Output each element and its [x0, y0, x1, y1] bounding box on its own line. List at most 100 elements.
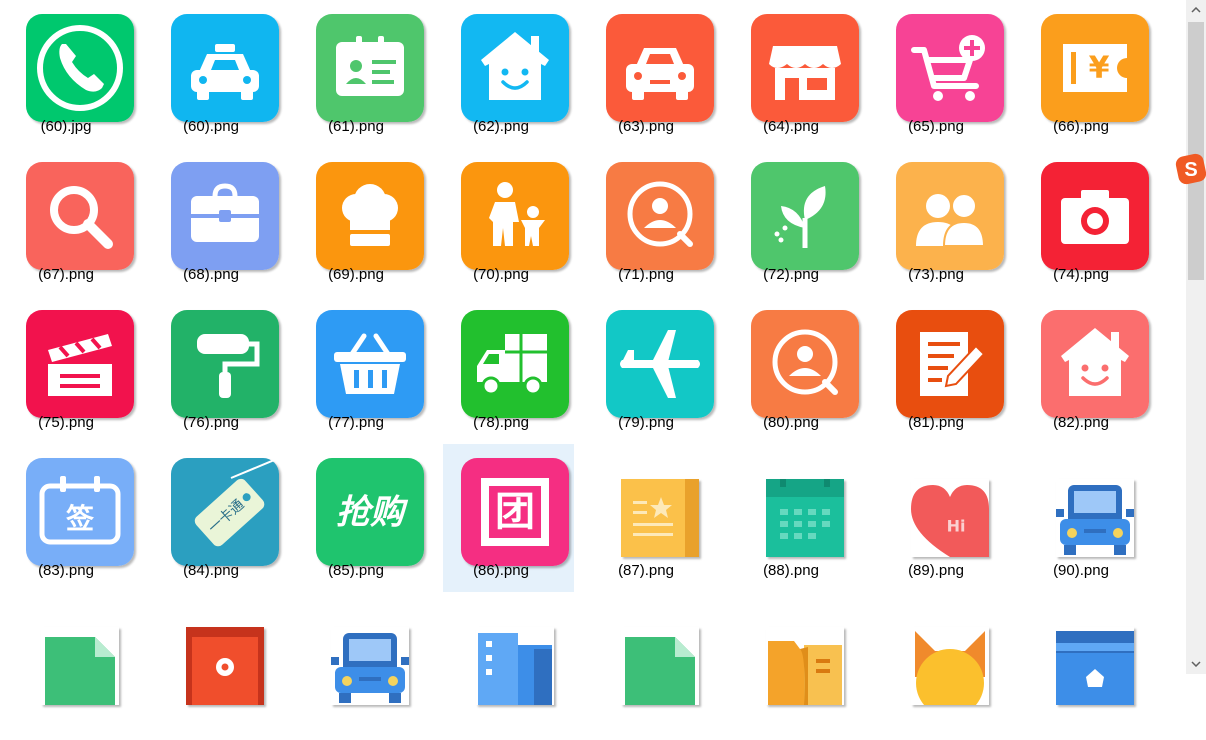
- file-item[interactable]: [725, 592, 856, 740]
- file-item[interactable]: (60).png: [145, 0, 279, 148]
- scroll-up-button[interactable]: [1186, 0, 1206, 20]
- file-item[interactable]: (78).png: [435, 296, 569, 444]
- file-name-label: (65).png: [908, 118, 964, 135]
- document-star-icon: [621, 479, 699, 557]
- file-item[interactable]: (73).png: [870, 148, 1004, 296]
- file-item[interactable]: [0, 592, 131, 740]
- car-icon: [606, 14, 714, 122]
- location-card-icon: [186, 627, 264, 705]
- file-item[interactable]: (88).png: [725, 444, 856, 592]
- file-name-label: (72).png: [763, 266, 819, 283]
- file-name-label: (77).png: [328, 414, 384, 431]
- phone-icon: [26, 14, 134, 122]
- file-name-label: (75).png: [38, 414, 94, 431]
- shop-icon: [751, 14, 859, 122]
- file-name-label: (87).png: [618, 562, 674, 579]
- clapperboard-icon: [26, 310, 134, 418]
- file-name-label: (82).png: [1053, 414, 1109, 431]
- file-name-label: (88).png: [763, 562, 819, 579]
- file-item[interactable]: (90).png: [1015, 444, 1146, 592]
- file-item[interactable]: ¥ (66).png: [1015, 0, 1149, 148]
- file-item[interactable]: [580, 592, 711, 740]
- paint-roller-icon: [171, 310, 279, 418]
- file-item[interactable]: (65).png: [870, 0, 1004, 148]
- ime-sogou-icon[interactable]: S: [1174, 152, 1206, 186]
- file-name-label: (68).png: [183, 266, 239, 283]
- group-buy-icon: 团: [461, 458, 569, 566]
- chef-hat-icon: [316, 162, 424, 270]
- cart-add-icon: [896, 14, 1004, 122]
- file-item[interactable]: Hi (89).png: [870, 444, 1001, 592]
- folder-icon: [766, 627, 844, 705]
- ime-logo-glyph: S: [1184, 159, 1197, 181]
- users-icon: [896, 162, 1004, 270]
- file-item[interactable]: (77).png: [290, 296, 424, 444]
- file-item[interactable]: (63).png: [580, 0, 714, 148]
- file-name-label: (83).png: [38, 562, 94, 579]
- card-tag-icon: 一卡通: [171, 458, 279, 566]
- glyph-hi: Hi: [947, 517, 966, 536]
- file-item[interactable]: (79).png: [580, 296, 714, 444]
- file-name-label: (78).png: [473, 414, 529, 431]
- vertical-scrollbar[interactable]: [1186, 0, 1206, 674]
- scrollbar-thumb[interactable]: [1188, 22, 1204, 280]
- file-item[interactable]: 抢购 (85).png: [290, 444, 424, 592]
- file-item[interactable]: [1015, 592, 1146, 740]
- file-name-label: (63).png: [618, 118, 674, 135]
- file-item[interactable]: [435, 592, 566, 740]
- file-item[interactable]: (72).png: [725, 148, 859, 296]
- file-item[interactable]: [290, 592, 421, 740]
- search-icon: [26, 162, 134, 270]
- file-item[interactable]: (76).png: [145, 296, 279, 444]
- file-name-label: (73).png: [908, 266, 964, 283]
- file-item[interactable]: (68).png: [145, 148, 279, 296]
- chevron-down-icon: [1191, 661, 1201, 667]
- parent-child-icon: [461, 162, 569, 270]
- file-name-label: (60).png: [183, 118, 239, 135]
- file-item[interactable]: (60).jpg: [0, 0, 134, 148]
- file-item[interactable]: (82).png: [1015, 296, 1149, 444]
- file-thumbnail-grid: (60).jpg (60).png (61).png (62).png (63)…: [0, 0, 1186, 705]
- toolbox-icon: [171, 162, 279, 270]
- file-name-label: (70).png: [473, 266, 529, 283]
- file-item[interactable]: (81).png: [870, 296, 1004, 444]
- file-item[interactable]: (70).png: [435, 148, 569, 296]
- file-item[interactable]: (74).png: [1015, 148, 1149, 296]
- heart-hi-icon: Hi: [911, 479, 989, 557]
- file-item[interactable]: [145, 592, 276, 740]
- user-search-icon: [606, 162, 714, 270]
- file-name-label: (64).png: [763, 118, 819, 135]
- scroll-down-button[interactable]: [1186, 654, 1206, 674]
- yuan-ticket-icon: ¥: [1041, 14, 1149, 122]
- glyph-tuan: 团: [495, 489, 535, 535]
- smiling-house-icon: [1041, 310, 1149, 418]
- smiling-house-icon: [461, 14, 569, 122]
- file-item[interactable]: 团 (86).png: [443, 444, 574, 592]
- file-name-label: (60).jpg: [40, 118, 92, 135]
- truck-front-icon: [1056, 479, 1134, 557]
- file-item[interactable]: (61).png: [290, 0, 424, 148]
- file-item[interactable]: (80).png: [725, 296, 859, 444]
- sign-in-calendar-icon: 签: [26, 458, 134, 566]
- file-item[interactable]: (69).png: [290, 148, 424, 296]
- file-name-label: (85).png: [328, 562, 384, 579]
- file-item[interactable]: (75).png: [0, 296, 134, 444]
- file-item[interactable]: (62).png: [435, 0, 569, 148]
- file-item[interactable]: [870, 592, 1001, 740]
- file-item[interactable]: (87).png: [580, 444, 711, 592]
- file-name-label: (89).png: [908, 562, 964, 579]
- file-item[interactable]: 一卡通 (84).png: [145, 444, 279, 592]
- file-item[interactable]: (64).png: [725, 0, 859, 148]
- file-item[interactable]: (71).png: [580, 148, 714, 296]
- file-name-label: (67).png: [38, 266, 94, 283]
- file-item[interactable]: (67).png: [0, 148, 134, 296]
- file-name-label: (90).png: [1053, 562, 1109, 579]
- document-edit-icon: [896, 310, 1004, 418]
- building-icon: [476, 627, 554, 705]
- file-name-label: (71).png: [618, 266, 674, 283]
- camera-icon: [1041, 162, 1149, 270]
- file-item[interactable]: 签 (83).png: [0, 444, 134, 592]
- file-name-label: (76).png: [183, 414, 239, 431]
- airplane-icon: [606, 310, 714, 418]
- taxi-icon: [171, 14, 279, 122]
